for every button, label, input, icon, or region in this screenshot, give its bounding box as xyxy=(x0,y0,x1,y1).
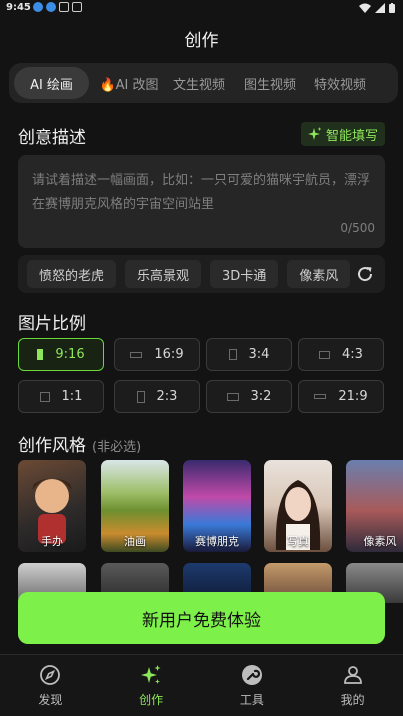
landscape-ratio-icon xyxy=(130,351,143,358)
prompt-input[interactable]: 请试着描述一幅画面，比如：一只可爱的猫咪宇航员，漂浮在赛博朋克风格的宇宙空间站里… xyxy=(18,155,385,248)
nav-profile[interactable]: 我的 xyxy=(302,655,403,716)
style-card-cyberpunk[interactable]: 赛博朋克 xyxy=(183,460,251,552)
landscape-ratio-icon xyxy=(226,392,239,401)
notification-icon xyxy=(33,2,43,12)
square-ratio-icon xyxy=(39,391,50,402)
style-label: 赛博朋克 xyxy=(195,535,239,548)
ratio-option-4-3[interactable]: 4:3 xyxy=(298,338,384,371)
nav-label: 创作 xyxy=(139,693,164,707)
nav-create[interactable]: 创作 xyxy=(101,655,202,716)
style-title-text: 创作风格 xyxy=(18,436,86,456)
ratio-label: 3:2 xyxy=(250,389,272,404)
prompt-placeholder: 请试着描述一幅画面，比如：一只可爱的猫咪宇航员，漂浮在赛博朋克风格的宇宙空间站里 xyxy=(32,173,371,212)
ratio-option-16-9[interactable]: 16:9 xyxy=(114,338,200,371)
signal-icon xyxy=(375,3,385,13)
refresh-icon[interactable] xyxy=(355,264,375,284)
landscape-ratio-icon xyxy=(319,350,331,359)
tab-image-to-video[interactable]: 图生视频 xyxy=(235,67,305,99)
status-bar: 9:45 xyxy=(0,0,403,16)
suggestion-chip[interactable]: 3D卡通 xyxy=(210,260,279,288)
free-trial-button[interactable]: 新用户免费体验 xyxy=(18,592,385,644)
suggestion-chip[interactable]: 愤怒的老虎 xyxy=(27,260,117,288)
style-card-figure[interactable]: 手办 xyxy=(18,460,86,552)
wifi-icon xyxy=(359,3,371,13)
sparkle-icon xyxy=(307,127,322,140)
portrait-ratio-icon xyxy=(136,390,145,403)
style-label: 像素风 xyxy=(363,535,397,548)
ratio-label: 21:9 xyxy=(338,389,368,404)
nav-label: 工具 xyxy=(239,693,264,707)
suggestion-chip[interactable]: 乐高景观 xyxy=(125,260,202,288)
wrench-icon xyxy=(241,665,262,685)
ratio-option-3-4[interactable]: 3:4 xyxy=(206,338,292,371)
prompt-section-title: 创意描述 xyxy=(18,128,86,148)
style-subtitle: (非必选) xyxy=(92,440,142,455)
ratio-label: 3:4 xyxy=(248,347,270,362)
cube-icon xyxy=(72,2,82,12)
status-time: 9:45 xyxy=(6,2,31,13)
ratio-label: 2:3 xyxy=(156,389,178,404)
nav-label: 我的 xyxy=(340,693,365,707)
notification-icons xyxy=(33,2,82,12)
style-card-pixel[interactable]: 像素风 xyxy=(346,460,403,552)
ratio-label: 1:1 xyxy=(61,389,83,404)
user-icon xyxy=(343,666,362,684)
tab-effect-video[interactable]: 特效视频 xyxy=(305,67,375,99)
smart-fill-label: 智能填写 xyxy=(325,128,378,144)
portrait-ratio-icon xyxy=(228,349,237,360)
compass-icon xyxy=(40,665,61,685)
portrait-ratio-icon xyxy=(37,349,44,360)
style-section-title: 创作风格 (非必选) xyxy=(18,431,141,456)
char-count: 0/500 xyxy=(340,221,375,235)
mode-tabs: AI 绘画 🔥AI 改图 文生视频 图生视频 特效视频 xyxy=(9,63,398,103)
ratio-section-title: 图片比例 xyxy=(18,314,86,334)
ratio-option-3-2[interactable]: 3:2 xyxy=(206,380,292,413)
tab-text-to-video[interactable]: 文生视频 xyxy=(163,67,235,99)
bottom-nav: 发现 创作 工具 我的 xyxy=(0,654,403,716)
ratio-label: 4:3 xyxy=(342,347,363,362)
ratio-label: 16:9 xyxy=(154,347,184,362)
ratio-option-21-9[interactable]: 21:9 xyxy=(298,380,384,413)
style-card-oil-painting[interactable]: 油画 xyxy=(101,460,169,552)
nav-label: 发现 xyxy=(38,693,63,707)
sparkle-icon xyxy=(141,665,161,684)
style-label: 写真 xyxy=(287,535,309,548)
ratio-option-1-1[interactable]: 1:1 xyxy=(18,380,104,413)
suggestion-chips: 愤怒的老虎 乐高景观 3D卡通 像素风 xyxy=(18,255,385,293)
nav-discover[interactable]: 发现 xyxy=(0,655,101,716)
wide-ratio-icon xyxy=(314,394,327,399)
tab-ai-edit[interactable]: 🔥AI 改图 xyxy=(95,67,163,99)
page-title: 创作 xyxy=(184,31,219,51)
ratio-option-2-3[interactable]: 2:3 xyxy=(114,380,200,413)
style-label: 手办 xyxy=(41,535,63,548)
ratio-option-9-16[interactable]: 9:16 xyxy=(18,338,104,371)
ratio-label: 9:16 xyxy=(55,347,85,362)
notification-icon xyxy=(46,2,56,12)
smart-fill-button[interactable]: 智能填写 xyxy=(300,122,385,146)
cube-icon xyxy=(59,2,69,12)
style-label: 油画 xyxy=(124,535,146,548)
style-list: 手办 油画 赛博朋克 写真 像素风 xyxy=(18,460,403,552)
tab-ai-painting[interactable]: AI 绘画 xyxy=(14,67,89,99)
nav-tools[interactable]: 工具 xyxy=(202,655,303,716)
suggestion-chip[interactable]: 像素风 xyxy=(287,260,351,288)
style-card-portrait[interactable]: 写真 xyxy=(264,460,332,552)
system-icons xyxy=(359,3,395,13)
battery-icon xyxy=(389,3,395,13)
